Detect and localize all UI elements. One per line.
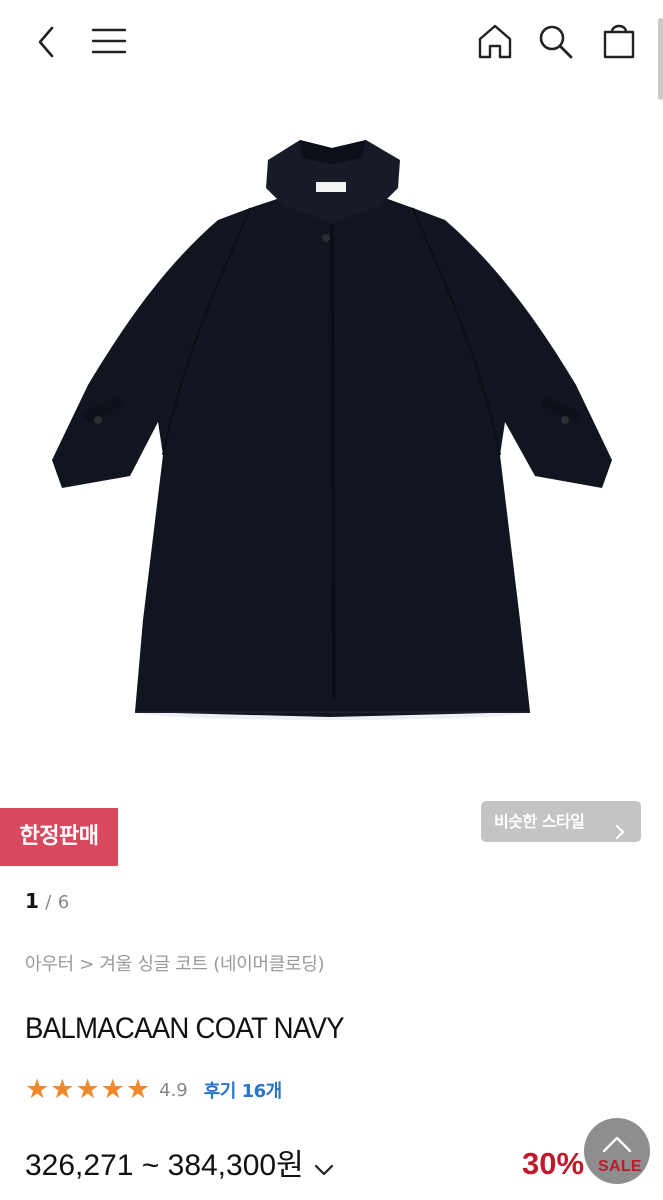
chevron-right-icon (615, 814, 625, 855)
star-icon: ★ (100, 1074, 125, 1105)
rating-score: 4.9 (159, 1079, 188, 1101)
discount-rate: 30% (522, 1146, 585, 1181)
search-icon[interactable] (536, 22, 576, 62)
similar-style-button[interactable]: 비슷한 스타일 (481, 801, 641, 842)
price-range[interactable]: 326,271 ~ 384,300원 (25, 1142, 334, 1190)
review-count-link[interactable]: 후기 16개 (204, 1077, 283, 1103)
chevron-down-icon[interactable] (314, 1146, 334, 1190)
chevron-up-icon (602, 1134, 632, 1158)
star-icon: ★ (75, 1074, 100, 1105)
coat-illustration (52, 140, 612, 720)
pager-total: 6 (57, 892, 70, 913)
sale-label: SALE (598, 1158, 642, 1175)
star-icon: ★ (125, 1074, 151, 1105)
image-pager: 1 / 6 (25, 887, 69, 917)
star-icon: ★ (50, 1074, 75, 1105)
top-navigation-bar (0, 0, 663, 84)
scrollbar[interactable] (658, 18, 663, 100)
pager-separator: / (45, 892, 52, 913)
star-icon: ★ (25, 1074, 50, 1105)
shopping-bag-icon[interactable] (600, 20, 638, 62)
home-icon[interactable] (476, 22, 514, 62)
similar-style-label: 비슷한 스타일 (494, 812, 585, 831)
category-breadcrumb[interactable]: 아우터 > 겨울 싱글 코트 (네이머클로딩) (25, 951, 325, 979)
rating-row: ★ ★ ★ ★ ★ 4.9 후기 16개 (25, 1073, 282, 1107)
pager-current: 1 (25, 889, 39, 913)
product-title: BALMACAAN COAT NAVY (25, 1012, 345, 1045)
back-arrow-icon[interactable] (30, 22, 62, 62)
limited-sale-badge: 한정판매 (0, 808, 118, 866)
price-text: 326,271 ~ 384,300원 (25, 1149, 304, 1182)
star-rating: ★ ★ ★ ★ ★ (25, 1075, 151, 1105)
menu-icon[interactable] (90, 26, 128, 58)
product-image[interactable] (0, 100, 663, 780)
